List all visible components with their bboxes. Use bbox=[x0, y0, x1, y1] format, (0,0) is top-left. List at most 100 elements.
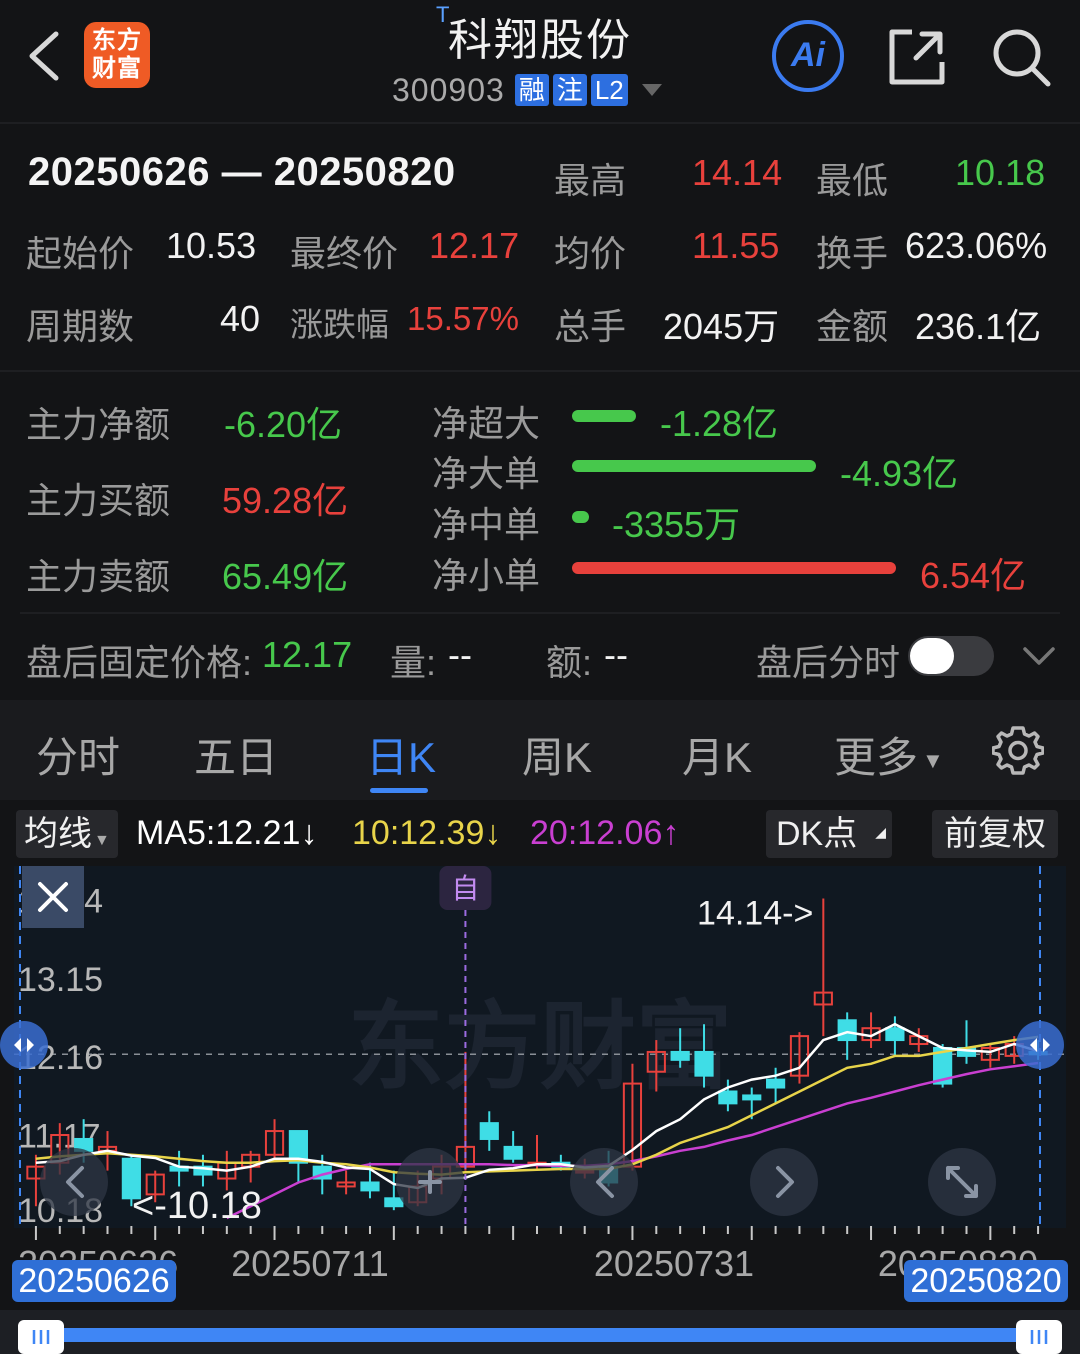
gear-icon[interactable] bbox=[992, 724, 1044, 776]
price-adjust-button[interactable]: 前复权 bbox=[932, 810, 1058, 858]
dk-point-button[interactable]: DK点 ◢ bbox=[766, 810, 892, 858]
main-sell-label: 主力卖额 bbox=[26, 556, 171, 597]
after-hours-timeshare-toggle[interactable] bbox=[908, 636, 994, 676]
main-sell-value: 65.49亿 bbox=[222, 556, 349, 597]
chevron-down-icon[interactable] bbox=[1022, 644, 1056, 668]
tab-five-day[interactable]: 五日 bbox=[194, 724, 278, 785]
marker-label: 自 bbox=[451, 872, 479, 905]
stock-code-row[interactable]: 300903 融 注 L2 bbox=[392, 70, 662, 110]
candle-body bbox=[766, 1078, 786, 1089]
volume-label: 总手 bbox=[554, 306, 627, 347]
ai-assistant-button[interactable]: Ai bbox=[772, 20, 844, 92]
divider bbox=[0, 122, 1080, 124]
net-small-label: 净小单 bbox=[432, 555, 541, 596]
range-end-handle[interactable] bbox=[1016, 1021, 1064, 1069]
ma5-text: MA5:12.21 bbox=[136, 814, 301, 852]
divider bbox=[20, 612, 1060, 614]
periods-label: 周期数 bbox=[26, 306, 135, 347]
turnover-value: 623.06% bbox=[905, 225, 1048, 266]
periods-value: 40 bbox=[220, 298, 261, 339]
net-medium-bar bbox=[572, 511, 589, 523]
tab-more[interactable]: 更多 ▼ bbox=[834, 724, 944, 785]
pan-left-button[interactable] bbox=[40, 1148, 108, 1216]
net-large-value: -4.93亿 bbox=[840, 453, 959, 494]
open-label: 起始价 bbox=[26, 233, 135, 274]
margin-tag: 融 bbox=[514, 74, 549, 106]
candle-body bbox=[384, 1197, 404, 1208]
tab-monthly-k[interactable]: 月K bbox=[682, 724, 752, 785]
registration-tag: 注 bbox=[552, 74, 587, 106]
active-tab-indicator bbox=[370, 788, 428, 793]
close-label: 最终价 bbox=[290, 233, 399, 274]
candle-body bbox=[360, 1181, 380, 1192]
stock-code: 300903 bbox=[392, 71, 505, 108]
corner-caret-icon: ◢ bbox=[875, 824, 886, 840]
after-hours-price-value: 12.17 bbox=[262, 634, 353, 675]
net-medium-label: 净中单 bbox=[432, 504, 541, 545]
range-start-date: 20250626 bbox=[18, 1262, 169, 1300]
range-slider-track[interactable] bbox=[40, 1328, 1040, 1342]
net-large-bar bbox=[572, 460, 816, 472]
tab-daily-k[interactable]: 日K bbox=[366, 724, 436, 785]
change-label: 涨跌幅 bbox=[290, 306, 389, 343]
candle-body bbox=[503, 1145, 523, 1160]
net-xl-bar bbox=[572, 410, 636, 422]
tab-more-label: 更多 bbox=[834, 734, 919, 781]
toggle-knob bbox=[910, 638, 954, 674]
low-annotation: <-10.18 bbox=[132, 1185, 262, 1227]
avg-label: 均价 bbox=[554, 233, 627, 274]
kline-chart[interactable]: 东方财富14.1413.1512.1611.1710.1814.14-><-10… bbox=[0, 862, 1080, 1354]
candle-body bbox=[885, 1027, 905, 1042]
x-tick-label: 20250731 bbox=[594, 1243, 754, 1284]
dk-point-label: DK点 bbox=[776, 815, 858, 853]
watermark: 东方财富 bbox=[348, 991, 732, 1103]
ma-indicator-row: 均线 ▼ MA5:12.21↓ 10:12.39↓ 20:12.06↑ DK点 ◢ … bbox=[0, 806, 1080, 862]
net-xl-value: -1.28亿 bbox=[660, 403, 779, 444]
ma10-text: 10:12.39 bbox=[352, 814, 485, 852]
ma-selector[interactable]: 均线 ▼ bbox=[16, 810, 118, 858]
after-hours-amount-label: 额: bbox=[546, 642, 593, 683]
ma10-value: 10:12.39↓ bbox=[352, 814, 501, 853]
tab-intraday[interactable]: 分时 bbox=[36, 724, 120, 785]
candle-body bbox=[742, 1094, 762, 1101]
pan-right-button[interactable] bbox=[750, 1148, 818, 1216]
main-buy-label: 主力买额 bbox=[26, 480, 171, 521]
search-icon[interactable] bbox=[990, 26, 1052, 88]
after-hours-amount-value: -- bbox=[604, 634, 628, 675]
caret-down-icon: ▼ bbox=[922, 747, 944, 773]
net-xl-label: 净超大 bbox=[432, 403, 541, 444]
high-value: 14.14 bbox=[692, 152, 783, 193]
high-label: 最高 bbox=[554, 160, 627, 201]
after-hours-volume-label: 量: bbox=[390, 642, 437, 683]
ma20-value: 20:12.06↑ bbox=[530, 814, 679, 853]
low-value: 10.18 bbox=[955, 152, 1046, 193]
level2-tag: L2 bbox=[590, 74, 628, 106]
top-nav-bar: 东方 财富 T 科翔股份 300903 融 注 L2 Ai bbox=[0, 0, 1080, 122]
ma-selector-label: 均线 bbox=[24, 815, 92, 853]
after-hours-timeshare-label: 盘后分时 bbox=[756, 642, 901, 683]
share-icon[interactable] bbox=[886, 26, 948, 88]
high-annotation: 14.14-> bbox=[697, 894, 813, 932]
after-hours-volume-value: -- bbox=[448, 634, 472, 675]
arrow-down-icon: ↓ bbox=[300, 814, 318, 852]
tab-weekly-k[interactable]: 周K bbox=[522, 724, 592, 785]
candle-body bbox=[479, 1122, 499, 1140]
ma20-text: 20:12.06 bbox=[530, 814, 663, 852]
chart-period-tabs: 分时 五日 日K 周K 月K 更多 ▼ bbox=[0, 700, 1080, 800]
range-start-handle[interactable] bbox=[0, 1021, 48, 1069]
chevron-down-icon[interactable] bbox=[641, 84, 662, 96]
candle-body bbox=[694, 1050, 714, 1077]
avg-value: 11.55 bbox=[692, 225, 780, 266]
change-value: 15.57% bbox=[407, 300, 519, 337]
close-value: 12.17 bbox=[429, 225, 520, 266]
caret-down-icon: ▼ bbox=[94, 832, 110, 849]
x-tick-label: 20250711 bbox=[231, 1243, 389, 1284]
stock-detail-screen: 东方 财富 T 科翔股份 300903 融 注 L2 Ai 20250626 —… bbox=[0, 0, 1080, 1354]
net-main-label: 主力净额 bbox=[26, 404, 171, 445]
arrow-down-icon: ↓ bbox=[484, 814, 502, 852]
pan-left-alt-button[interactable] bbox=[570, 1148, 638, 1216]
amount-label: 金额 bbox=[816, 306, 889, 347]
open-value: 10.53 bbox=[166, 225, 257, 266]
volume-value: 2045万 bbox=[663, 306, 780, 347]
candle-body bbox=[718, 1090, 738, 1105]
